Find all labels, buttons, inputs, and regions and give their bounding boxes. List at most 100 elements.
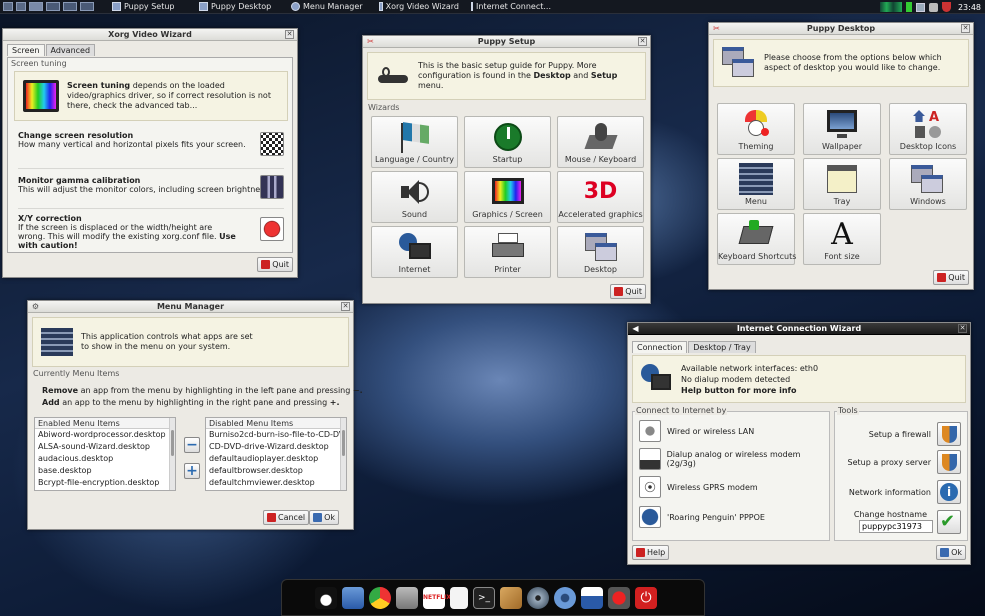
shield-icon [942,454,957,471]
setup-quit-button[interactable]: Quit [610,284,646,299]
tile-desktop-icons[interactable]: A Desktop Icons [889,103,967,155]
setup-titlebar[interactable]: ✂ Puppy Setup ✕ [363,36,650,48]
document-icon[interactable] [450,586,468,609]
connect-dialup[interactable]: Dialup analog or wireless modem (2g/3g) [639,448,829,470]
memory-icon[interactable] [905,2,912,12]
lock-icon[interactable] [396,586,418,609]
hostname-apply-button[interactable]: ✔ [937,510,961,534]
list-item[interactable]: CD-DVD-drive-Wizard.desktop [206,441,346,453]
network-info-button[interactable]: i [937,480,961,504]
menu-icon[interactable] [3,2,13,11]
list-item[interactable]: defaultaudioplayer.desktop [206,453,346,465]
list-item[interactable]: audacious.desktop [35,453,175,465]
tab-desktop-tray[interactable]: Desktop / Tray [688,341,756,353]
close-icon[interactable]: ✕ [638,37,647,46]
xy-button[interactable] [260,217,284,241]
tile-printer[interactable]: Printer [464,226,551,278]
desktop-icon[interactable] [16,2,26,11]
netflix-icon[interactable]: NETFLIX [423,586,451,609]
connect-lan[interactable]: Wired or wireless LAN [639,420,754,442]
tile-language-country[interactable]: Language / Country [371,116,458,168]
firewall-icon[interactable] [941,2,951,12]
workspace-3-icon[interactable] [63,2,77,11]
tile-sound[interactable]: Sound [371,171,458,223]
tools-icon: ✂ [713,24,720,33]
hostname-input[interactable] [859,520,933,533]
xorg-quit-button[interactable]: Quit [257,257,293,272]
tile-windows[interactable]: Windows [889,158,967,210]
tile-graphics-screen[interactable]: Graphics / Screen [464,171,551,223]
workspace-4-icon[interactable] [80,2,94,11]
connect-gprs[interactable]: Wireless GPRS modem [639,476,758,498]
home-folder-icon[interactable] [342,586,364,609]
scrollbar[interactable] [340,418,346,490]
firewall-button[interactable] [937,422,961,446]
remove-button[interactable]: − [184,437,200,453]
inet-ok-button[interactable]: Ok [936,545,966,560]
workspace-1-icon[interactable] [29,2,43,11]
disc-icon[interactable] [527,586,549,609]
tile-wallpaper[interactable]: Wallpaper [803,103,881,155]
scrollbar[interactable] [169,418,175,490]
firewall-dock-icon[interactable] [608,586,630,609]
menu-ok-button[interactable]: Ok [309,510,339,525]
task-puppy-desktop[interactable]: Puppy Desktop [193,0,285,14]
power-icon[interactable]: ⏻ [635,586,657,609]
add-button[interactable]: + [184,463,200,479]
network-hardware-icon[interactable] [581,586,603,609]
resolution-button[interactable] [260,132,284,156]
tile-internet[interactable]: Internet [371,226,458,278]
tile-tray[interactable]: Tray [803,158,881,210]
list-item[interactable]: Abiword-wordprocessor.desktop [35,429,175,441]
setup-intro-text: This is the basic setup guide for Puppy.… [418,61,618,90]
desktop-titlebar[interactable]: ✂ Puppy Desktop ✕ [709,23,973,35]
package-icon[interactable] [500,586,522,609]
tile-mouse-keyboard[interactable]: Mouse / Keyboard [557,116,644,168]
inet-help-button[interactable]: Help [632,545,670,560]
chrome-icon[interactable] [369,586,391,609]
close-icon[interactable]: ✕ [341,302,350,311]
quit-icon [614,287,624,296]
task-puppy-setup[interactable]: Puppy Setup [106,0,193,14]
task-menu-manager[interactable]: Menu Manager [285,0,373,14]
tile-accelerated-graphics[interactable]: 3D Accelerated graphics [557,171,644,223]
task-internet-connect[interactable]: Internet Connect... [465,0,557,14]
disabled-items-list[interactable]: Disabled Menu Items Burniso2cd-burn-iso-… [205,417,347,491]
clock[interactable]: 23:48 [958,3,981,12]
list-item[interactable]: Burniso2cd-burn-iso-file-to-CD-DVD [206,429,346,441]
close-icon[interactable]: ✕ [961,24,970,33]
penguin-icon[interactable] [315,586,337,609]
network-tray-icon[interactable] [915,2,925,12]
volume-icon[interactable] [928,2,938,12]
tab-advanced[interactable]: Advanced [45,44,96,56]
settings-gear-icon[interactable] [554,586,576,609]
list-item[interactable]: defaultchmviewer.desktop [206,477,346,489]
tile-font-size[interactable]: A Font size [803,213,881,265]
terminal-icon[interactable]: >_ [473,586,495,609]
tile-menu[interactable]: Menu [717,158,795,210]
close-icon[interactable]: ✕ [958,324,967,333]
tile-keyboard-shortcuts[interactable]: Keyboard Shortcuts [717,213,796,265]
tab-screen[interactable]: Screen [7,44,45,56]
list-item[interactable]: Bcrypt-file-encryption.desktop [35,477,175,489]
xorg-titlebar[interactable]: Xorg Video Wizard ✕ [3,29,297,41]
tile-startup[interactable]: Startup [464,116,551,168]
enabled-items-list[interactable]: Enabled Menu Items Abiword-wordprocessor… [34,417,176,491]
workspace-2-icon[interactable] [46,2,60,11]
inet-titlebar[interactable]: ◀ Internet Connection Wizard ✕ [628,323,970,335]
cpu-graph-icon[interactable] [879,2,902,12]
proxy-button[interactable] [937,450,961,474]
task-xorg-video-wizard[interactable]: Xorg Video Wizard [373,0,465,14]
tab-connection[interactable]: Connection [632,341,688,353]
menu-titlebar[interactable]: ⚙ Menu Manager ✕ [28,301,353,313]
tile-theming[interactable]: Theming [717,103,795,155]
desktop-quit-button[interactable]: Quit [933,270,969,285]
tile-desktop[interactable]: Desktop [557,226,644,278]
gamma-button[interactable] [260,175,284,199]
connect-pppoe[interactable]: 'Roaring Penguin' PPPOE [639,506,765,528]
list-item[interactable]: base.desktop [35,465,175,477]
menu-cancel-button[interactable]: Cancel [263,510,310,525]
list-item[interactable]: ALSA-sound-Wizard.desktop [35,441,175,453]
list-item[interactable]: defaultbrowser.desktop [206,465,346,477]
close-icon[interactable]: ✕ [285,30,294,39]
